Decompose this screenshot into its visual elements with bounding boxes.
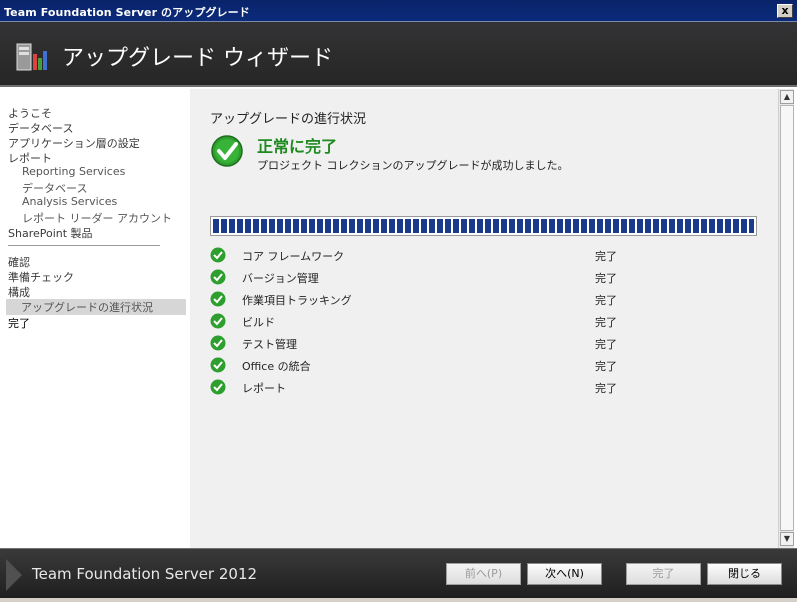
wizard-title: アップグレード ウィザード bbox=[62, 46, 333, 71]
wizard-steps-sidebar: ようこそ データベース アプリケーション層の設定 レポート Reporting … bbox=[0, 89, 190, 548]
nav-item-complete[interactable]: 完了 bbox=[8, 315, 30, 331]
step-state: 完了 bbox=[595, 360, 617, 373]
title-bar: Team Foundation Server のアップグレード x bbox=[0, 0, 797, 22]
step-name: ビルド bbox=[242, 316, 275, 329]
status-heading: 正常に完了 bbox=[257, 137, 338, 156]
check-icon bbox=[210, 269, 226, 285]
status-message: プロジェクト コレクションのアップグレードが成功しました。 bbox=[257, 159, 569, 172]
wizard-header: アップグレード ウィザード bbox=[0, 22, 797, 87]
check-icon bbox=[210, 313, 226, 329]
nav-item-reporting[interactable]: レポート bbox=[8, 150, 52, 166]
nav-item-report-reader[interactable]: レポート リーダー アカウント bbox=[22, 210, 172, 226]
nav-item-review[interactable]: 確認 bbox=[8, 254, 30, 270]
step-state: 完了 bbox=[595, 294, 617, 307]
nav-item-upgrade-progress[interactable]: アップグレードの進行状況 bbox=[6, 299, 186, 315]
wizard-footer: Team Foundation Server 2012 前へ(P) 次へ(N) … bbox=[0, 548, 797, 598]
close-button[interactable]: 閉じる bbox=[707, 563, 782, 585]
nav-item-readiness[interactable]: 準備チェック bbox=[8, 269, 74, 285]
sidebar-divider bbox=[8, 245, 160, 246]
nav-item-reporting-database[interactable]: データベース bbox=[22, 180, 87, 196]
step-reporting: レポート 完了 bbox=[210, 378, 750, 396]
server-icon bbox=[16, 43, 47, 71]
check-icon bbox=[210, 335, 226, 351]
nav-item-database[interactable]: データベース bbox=[8, 120, 73, 136]
finish-button[interactable]: 完了 bbox=[626, 563, 701, 585]
step-name: バージョン管理 bbox=[242, 272, 319, 285]
step-name: テスト管理 bbox=[242, 338, 297, 351]
step-name: コア フレームワーク bbox=[242, 250, 345, 263]
step-state: 完了 bbox=[595, 250, 617, 263]
window-bottom-edge bbox=[0, 598, 797, 602]
step-version-control: バージョン管理 完了 bbox=[210, 268, 750, 286]
progress-fill bbox=[213, 219, 754, 233]
window-title: Team Foundation Server のアップグレード bbox=[4, 6, 250, 19]
nav-item-configure[interactable]: 構成 bbox=[8, 284, 30, 300]
step-name: 作業項目トラッキング bbox=[242, 294, 352, 307]
nav-item-sharepoint[interactable]: SharePoint 製品 bbox=[8, 225, 93, 241]
success-check-icon bbox=[211, 135, 243, 167]
nav-item-app-tier[interactable]: アプリケーション層の設定 bbox=[8, 135, 140, 151]
step-core-framework: コア フレームワーク 完了 bbox=[210, 246, 750, 264]
main-content: アップグレードの進行状況 正常に完了 プロジェクト コレクションのアップグレード… bbox=[190, 89, 778, 548]
nav-item-reporting-services[interactable]: Reporting Services bbox=[22, 165, 125, 178]
chevron-right-icon bbox=[6, 559, 22, 591]
close-window-button[interactable]: x bbox=[777, 4, 793, 18]
step-office-integration: Office の統合 完了 bbox=[210, 356, 750, 374]
nav-item-analysis-services[interactable]: Analysis Services bbox=[22, 195, 117, 208]
upgrade-progress-bar bbox=[210, 216, 757, 236]
next-button[interactable]: 次へ(N) bbox=[527, 563, 602, 585]
scroll-thumb[interactable] bbox=[780, 105, 794, 531]
check-icon bbox=[210, 247, 226, 263]
step-name: レポート bbox=[242, 382, 286, 395]
content-scrollbar[interactable]: ▲ ▼ bbox=[778, 89, 794, 548]
step-state: 完了 bbox=[595, 382, 617, 395]
check-icon bbox=[210, 357, 226, 373]
step-state: 完了 bbox=[595, 272, 617, 285]
step-build: ビルド 完了 bbox=[210, 312, 750, 330]
step-name: Office の統合 bbox=[242, 360, 311, 373]
back-button[interactable]: 前へ(P) bbox=[446, 563, 521, 585]
step-state: 完了 bbox=[595, 338, 617, 351]
step-state: 完了 bbox=[595, 316, 617, 329]
check-icon bbox=[210, 379, 226, 395]
scroll-up-icon[interactable]: ▲ bbox=[780, 90, 794, 104]
step-test-management: テスト管理 完了 bbox=[210, 334, 750, 352]
step-work-item-tracking: 作業項目トラッキング 完了 bbox=[210, 290, 750, 308]
check-icon bbox=[210, 291, 226, 307]
product-name: Team Foundation Server 2012 bbox=[32, 565, 258, 583]
nav-item-welcome[interactable]: ようこそ bbox=[8, 105, 52, 121]
section-title: アップグレードの進行状況 bbox=[210, 112, 367, 127]
scroll-down-icon[interactable]: ▼ bbox=[780, 532, 794, 546]
